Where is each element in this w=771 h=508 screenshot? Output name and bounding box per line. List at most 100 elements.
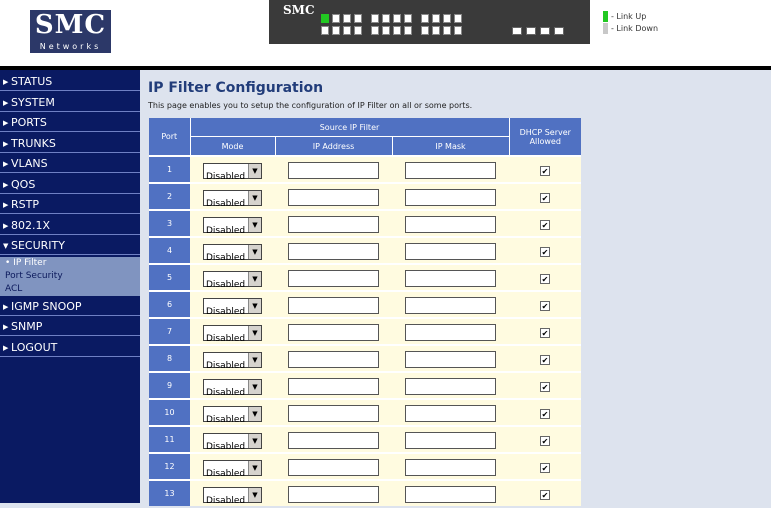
dhcp-server-allowed-checkbox[interactable]: ✔: [540, 462, 550, 473]
dropdown-arrow-icon[interactable]: ▼: [248, 379, 261, 394]
dropdown-arrow-icon[interactable]: ▼: [248, 460, 261, 475]
dhcp-server-allowed-checkbox[interactable]: ✔: [540, 489, 550, 500]
ip-mask-input[interactable]: [405, 189, 496, 206]
submenu-item-ip-filter[interactable]: • IP Filter: [0, 256, 140, 270]
mode-cell: Disabled ▼: [190, 209, 275, 237]
dhcp-server-allowed-checkbox[interactable]: ✔: [540, 246, 550, 257]
mode-select[interactable]: Disabled ▼: [203, 297, 262, 317]
mode-select[interactable]: Disabled ▼: [203, 351, 262, 371]
ip-mask-cell: [392, 290, 509, 318]
switch-panel-image: SMC: [269, 0, 590, 44]
ip-address-cell: [275, 263, 392, 291]
mode-select[interactable]: Disabled ▼: [203, 270, 262, 290]
mode-select[interactable]: Disabled ▼: [203, 189, 262, 209]
mode-cell: Disabled ▼: [190, 317, 275, 345]
switch-port: [404, 14, 412, 23]
dropdown-arrow-icon[interactable]: ▼: [248, 406, 261, 421]
dropdown-arrow-icon[interactable]: ▼: [248, 217, 261, 232]
ip-mask-input[interactable]: [405, 216, 496, 233]
submenu-item-acl[interactable]: ACL: [0, 282, 140, 296]
dhcp-server-allowed-checkbox[interactable]: ✔: [540, 300, 550, 311]
dhcp-server-allowed-checkbox[interactable]: ✔: [540, 192, 550, 203]
caret-right-icon: ▶: [3, 302, 9, 311]
dropdown-arrow-icon[interactable]: ▼: [248, 163, 261, 178]
ip-mask-input[interactable]: [405, 378, 496, 395]
ip-mask-input[interactable]: [405, 405, 496, 422]
mode-value: Disabled: [206, 333, 246, 344]
submenu-item-label: IP Filter: [13, 257, 47, 268]
dropdown-arrow-icon[interactable]: ▼: [248, 433, 261, 448]
dhcp-server-allowed-checkbox[interactable]: ✔: [540, 273, 550, 284]
ip-address-input[interactable]: [288, 324, 379, 341]
switch-port: [332, 26, 340, 35]
ip-address-input[interactable]: [288, 405, 379, 422]
mode-select[interactable]: Disabled ▼: [203, 459, 262, 479]
mode-select[interactable]: Disabled ▼: [203, 162, 262, 182]
ip-address-input[interactable]: [288, 270, 379, 287]
switch-port: [354, 14, 362, 23]
mode-select[interactable]: Disabled ▼: [203, 324, 262, 344]
mode-select[interactable]: Disabled ▼: [203, 405, 262, 425]
ip-mask-input[interactable]: [405, 486, 496, 503]
sidebar-item-rstp[interactable]: ▶ RSTP: [0, 195, 140, 214]
ip-mask-cell: [392, 479, 509, 506]
mode-select[interactable]: Disabled ▼: [203, 432, 262, 452]
dhcp-server-allowed-checkbox[interactable]: ✔: [540, 219, 550, 230]
ip-mask-input[interactable]: [405, 351, 496, 368]
ip-address-input[interactable]: [288, 459, 379, 476]
dropdown-arrow-icon[interactable]: ▼: [248, 298, 261, 313]
dhcp-cell: ✔: [509, 398, 581, 426]
dhcp-server-allowed-checkbox[interactable]: ✔: [540, 354, 550, 365]
ip-mask-input[interactable]: [405, 162, 496, 179]
submenu-item-port-security[interactable]: Port Security: [0, 269, 140, 283]
sidebar-item-system[interactable]: ▶ SYSTEM: [0, 93, 140, 112]
ip-mask-cell: [392, 398, 509, 426]
ip-mask-input[interactable]: [405, 243, 496, 260]
sidebar-item-status[interactable]: ▶ STATUS: [0, 72, 140, 91]
dhcp-server-allowed-checkbox[interactable]: ✔: [540, 435, 550, 446]
ip-address-input[interactable]: [288, 216, 379, 233]
mode-select[interactable]: Disabled ▼: [203, 216, 262, 236]
ip-mask-input[interactable]: [405, 297, 496, 314]
mode-select[interactable]: Disabled ▼: [203, 378, 262, 398]
sidebar-item-snmp[interactable]: ▶ SNMP: [0, 317, 140, 336]
sidebar-item-vlans[interactable]: ▶ VLANS: [0, 154, 140, 173]
ip-address-input[interactable]: [288, 432, 379, 449]
sidebar-item-ports[interactable]: ▶ PORTS: [0, 113, 140, 132]
ip-mask-input[interactable]: [405, 324, 496, 341]
sidebar-item-802-1x[interactable]: ▶ 802.1X: [0, 216, 140, 235]
sidebar-item-security[interactable]: ▼ SECURITY: [0, 236, 140, 255]
dropdown-arrow-icon[interactable]: ▼: [248, 325, 261, 340]
mode-select[interactable]: Disabled ▼: [203, 243, 262, 263]
ip-address-input[interactable]: [288, 297, 379, 314]
ip-mask-input[interactable]: [405, 459, 496, 476]
ip-address-input[interactable]: [288, 486, 379, 503]
sidebar-item-logout[interactable]: ▶ LOGOUT: [0, 338, 140, 357]
dhcp-server-allowed-checkbox[interactable]: ✔: [540, 408, 550, 419]
ip-mask-input[interactable]: [405, 432, 496, 449]
dropdown-arrow-icon[interactable]: ▼: [248, 190, 261, 205]
dhcp-server-allowed-checkbox[interactable]: ✔: [540, 327, 550, 338]
ip-address-input[interactable]: [288, 243, 379, 260]
sidebar-item-label: IGMP SNOOP: [11, 299, 82, 313]
sidebar-item-trunks[interactable]: ▶ TRUNKS: [0, 134, 140, 153]
dropdown-arrow-icon[interactable]: ▼: [248, 244, 261, 259]
port-number: 9: [149, 371, 190, 399]
ip-address-cell: [275, 398, 392, 426]
dropdown-arrow-icon[interactable]: ▼: [248, 352, 261, 367]
ip-address-input[interactable]: [288, 378, 379, 395]
ip-address-input[interactable]: [288, 162, 379, 179]
ip-address-input[interactable]: [288, 189, 379, 206]
caret-right-icon: ▶: [3, 119, 9, 127]
sidebar-item-qos[interactable]: ▶ QOS: [0, 175, 140, 194]
ip-mask-cell: [392, 425, 509, 453]
dropdown-arrow-icon[interactable]: ▼: [248, 487, 261, 502]
mode-select[interactable]: Disabled ▼: [203, 486, 262, 506]
dhcp-server-allowed-checkbox[interactable]: ✔: [540, 381, 550, 392]
dhcp-cell: ✔: [509, 290, 581, 318]
dropdown-arrow-icon[interactable]: ▼: [248, 271, 261, 286]
dhcp-server-allowed-checkbox[interactable]: ✔: [540, 165, 550, 176]
sidebar-item-igmp-snoop[interactable]: ▶ IGMP SNOOP: [0, 297, 140, 316]
ip-address-input[interactable]: [288, 351, 379, 368]
ip-mask-input[interactable]: [405, 270, 496, 287]
